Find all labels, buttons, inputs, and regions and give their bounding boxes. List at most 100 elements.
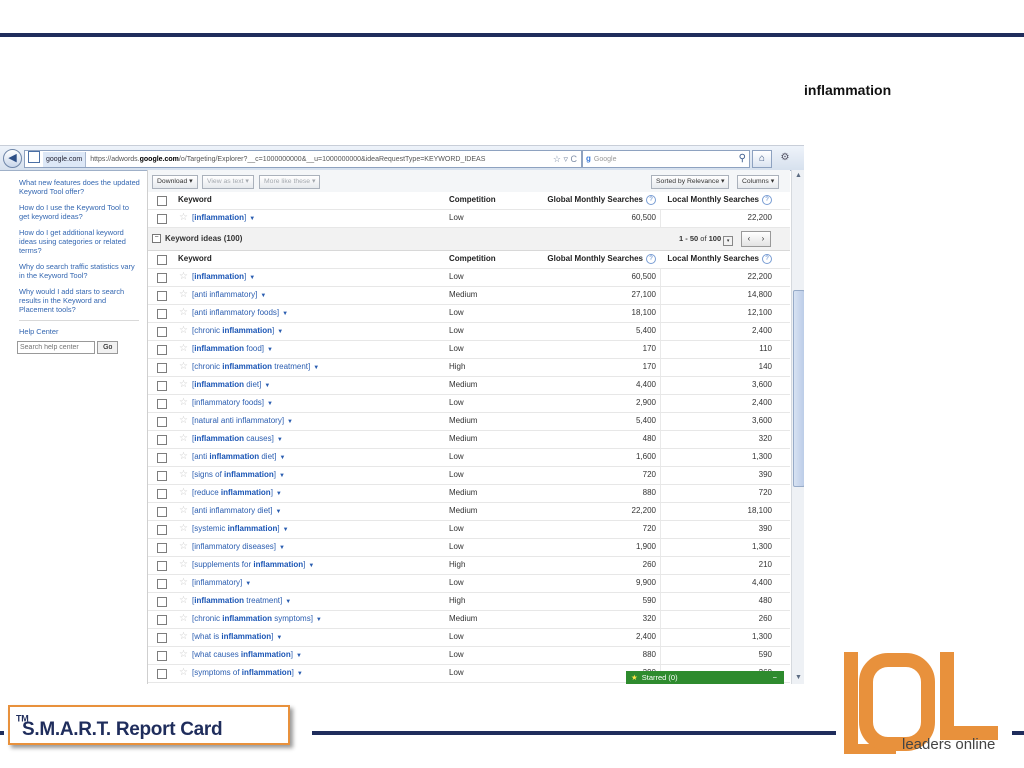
keyword-menu-icon[interactable]: ▼ [296,653,302,659]
star-icon[interactable]: ☆ [179,212,188,224]
keyword-column-header[interactable]: Keyword [178,195,212,204]
row-checkbox[interactable] [157,327,167,337]
global-searches-column-header[interactable]: Global Monthly Searches? [508,195,656,205]
star-icon[interactable]: ☆ [179,559,188,571]
help-link[interactable]: What new features does the updated Keywo… [19,178,141,196]
star-icon[interactable]: ☆ [179,577,188,589]
starred-panel[interactable]: ★ Starred (0) − [626,671,784,684]
star-icon[interactable]: ☆ [179,487,188,499]
keyword-link[interactable]: [supplements for inflammation] ▼ [192,560,314,569]
local-searches-column-header[interactable]: Local Monthly Searches? [662,195,772,205]
star-icon[interactable]: ☆ [179,667,188,679]
view-as-text-button[interactable]: View as text ▾ [202,175,254,189]
search-icon[interactable]: ⚲ [739,151,746,167]
row-checkbox[interactable] [157,633,167,643]
competition-column-header[interactable]: Competition [449,195,496,204]
row-checkbox[interactable] [157,417,167,427]
keyword-menu-icon[interactable]: ▼ [267,347,273,353]
star-icon[interactable]: ☆ [179,379,188,391]
star-icon[interactable]: ☆ [179,361,188,373]
tools-button[interactable]: ⚙ [776,150,794,166]
keyword-link[interactable]: [natural anti inflammatory] ▼ [192,416,293,425]
row-checkbox[interactable] [157,669,167,679]
web-search-box[interactable]: g Google ⚲ [582,150,750,168]
keyword-link[interactable]: [chronic inflammation symptoms] ▼ [192,614,322,623]
star-icon[interactable]: ☆ [179,631,188,643]
keyword-menu-icon[interactable]: ▼ [285,599,291,605]
row-checkbox[interactable] [157,435,167,445]
help-icon[interactable]: ? [646,254,656,264]
keyword-link[interactable]: [signs of inflammation] ▼ [192,470,285,479]
keyword-menu-icon[interactable]: ▼ [249,216,255,222]
help-icon[interactable]: ? [762,195,772,205]
star-icon[interactable]: ☆ [179,613,188,625]
keyword-menu-icon[interactable]: ▼ [316,617,322,623]
row-checkbox[interactable] [157,363,167,373]
row-checkbox[interactable] [157,543,167,553]
download-button[interactable]: Download ▾ [152,175,198,189]
keyword-link[interactable]: [systemic inflammation] ▼ [192,524,289,533]
row-checkbox[interactable] [157,453,167,463]
keyword-menu-icon[interactable]: ▼ [297,671,303,677]
star-icon[interactable]: ☆ [179,289,188,301]
collapse-icon[interactable]: − [152,234,161,243]
keyword-menu-icon[interactable]: ▼ [279,473,285,479]
keyword-link[interactable]: [anti inflammation diet] ▼ [192,452,285,461]
row-checkbox[interactable] [157,507,167,517]
help-link[interactable]: How do I use the Keyword Tool to get key… [19,203,141,221]
keyword-menu-icon[interactable]: ▼ [287,419,293,425]
keyword-link[interactable]: [anti inflammatory foods] ▼ [192,308,288,317]
keyword-link[interactable]: [inflammation] ▼ [192,272,255,281]
keyword-menu-icon[interactable]: ▼ [279,455,285,461]
keyword-link[interactable]: [chronic inflammation treatment] ▼ [192,362,319,371]
keyword-link[interactable]: [inflammation treatment] ▼ [192,596,291,605]
page-size-dropdown[interactable]: ▾ [723,236,734,246]
star-icon[interactable]: ☆ [179,433,188,445]
prev-page-button[interactable]: ‹ [742,232,756,246]
keyword-menu-icon[interactable]: ▼ [308,563,314,569]
keyword-link[interactable]: [inflammation food] ▼ [192,344,273,353]
row-checkbox[interactable] [157,525,167,535]
next-page-button[interactable]: › [756,232,770,246]
competition-column-header[interactable]: Competition [449,254,496,263]
row-checkbox[interactable] [157,273,167,283]
keyword-menu-icon[interactable]: ▼ [249,275,255,281]
global-searches-column-header[interactable]: Global Monthly Searches? [508,254,656,264]
row-checkbox[interactable] [157,399,167,409]
help-link[interactable]: How do I get additional keyword ideas us… [19,228,141,255]
select-all-checkbox[interactable] [157,196,167,206]
local-searches-column-header[interactable]: Local Monthly Searches? [662,254,772,264]
star-icon[interactable]: ☆ [179,415,188,427]
keyword-link[interactable]: [chronic inflammation] ▼ [192,326,283,335]
row-checkbox[interactable] [157,309,167,319]
select-all-ideas-checkbox[interactable] [157,255,167,265]
keyword-link[interactable]: [symptoms of inflammation] ▼ [192,668,303,677]
keyword-menu-icon[interactable]: ▼ [279,545,285,551]
star-icon[interactable]: ☆ [179,523,188,535]
keyword-link[interactable]: [what is inflammation] ▼ [192,632,282,641]
sort-dropdown[interactable]: Sorted by Relevance ▾ [651,175,730,189]
help-center-link[interactable]: Help Center [19,327,141,336]
help-link[interactable]: Why would I add stars to search results … [19,287,141,314]
home-button[interactable]: ⌂ [752,150,772,168]
help-search-input[interactable] [17,341,95,354]
scroll-down-icon[interactable]: ▼ [792,672,804,684]
star-icon[interactable]: ☆ [179,649,188,661]
scroll-up-icon[interactable]: ▲ [792,170,804,182]
back-button[interactable]: ◀ [3,149,22,168]
keyword-menu-icon[interactable]: ▼ [282,311,288,317]
star-icon[interactable]: ☆ [179,343,188,355]
keyword-menu-icon[interactable]: ▼ [313,365,319,371]
reload-icon[interactable]: C [571,154,578,164]
dropdown-icon[interactable]: ▿ [563,154,568,164]
keyword-menu-icon[interactable]: ▼ [283,527,289,533]
row-checkbox[interactable] [157,489,167,499]
row-checkbox[interactable] [157,579,167,589]
scrollbar-thumb[interactable] [793,290,804,487]
vertical-scrollbar[interactable]: ▲ ▼ [791,170,804,684]
row-checkbox[interactable] [157,651,167,661]
star-icon[interactable]: ☆ [179,307,188,319]
columns-dropdown[interactable]: Columns ▾ [737,175,780,189]
keyword-link[interactable]: [what causes inflammation] ▼ [192,650,302,659]
keyword-link[interactable]: [inflammation] ▼ [192,213,255,222]
